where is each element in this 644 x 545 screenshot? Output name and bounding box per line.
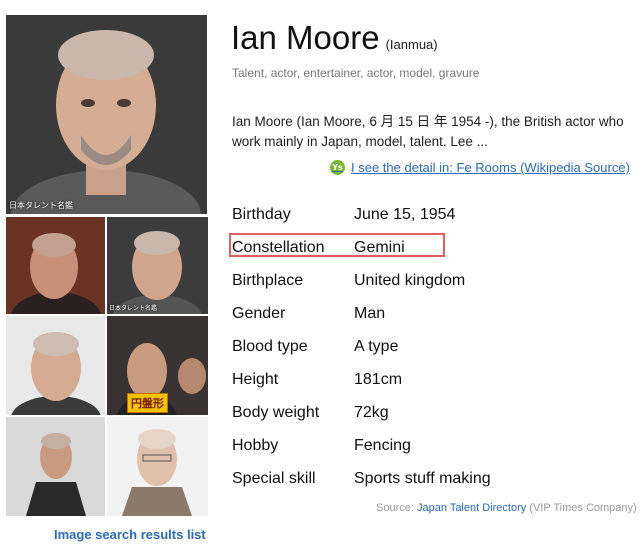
thumbnail-photo[interactable] [6, 316, 105, 415]
profile-header: Ian Moore (Ianmua) [231, 19, 438, 57]
attribute-row-constellation: Constellation Gemini [229, 232, 631, 265]
attribute-table: Birthday June 15, 1954 Constellation Gem… [229, 199, 631, 496]
profile-name: Ian Moore [231, 19, 380, 56]
attribute-value: 181cm [354, 371, 403, 388]
photo-tag: 円盤形 [127, 393, 168, 413]
attribute-row-hobby: Hobby Fencing [231, 430, 631, 463]
main-photo[interactable]: 日本タレント名鑑 [6, 15, 207, 214]
image-search-results-link[interactable]: Image search results list [54, 527, 206, 542]
photo-caption: 日本タレント名鑑 [109, 305, 158, 312]
thumbnail-photo[interactable] [6, 417, 105, 516]
attribute-key: Gender [232, 305, 286, 322]
attribute-value: 72kg [354, 404, 389, 421]
attribute-value: Man [354, 305, 386, 322]
attribute-row-birthplace: Birthplace United kingdom [231, 265, 631, 298]
attribute-row-blood-type: Blood type A type [231, 331, 631, 364]
thumbnail-photo[interactable]: 円盤形 [107, 316, 208, 415]
thumbnail-photo[interactable] [6, 217, 105, 314]
attribute-row-body-weight: Body weight 72kg [231, 397, 631, 430]
wikipedia-detail-link[interactable]: Ys I see the detail in: Fe Rooms (Wikipe… [330, 160, 630, 175]
source-logo-icon: Ys [330, 160, 345, 175]
attribute-value: June 15, 1954 [354, 206, 456, 223]
attribute-key: Hobby [232, 437, 279, 454]
thumbnail-photo[interactable]: 日本タレント名鑑 [107, 217, 208, 314]
attribute-value: United kingdom [354, 272, 466, 289]
attribute-row-height: Height 181cm [231, 364, 631, 397]
source-company: (VIP Times Company) [529, 502, 637, 514]
attribute-row-gender: Gender Man [231, 298, 631, 331]
attribute-key: Special skill [232, 470, 316, 487]
attribute-key: Height [232, 371, 279, 388]
source-attribution: Source: Japan Talent Directory (VIP Time… [376, 502, 637, 514]
attribute-value: Gemini [354, 239, 405, 256]
attribute-key: Birthday [232, 206, 291, 223]
attribute-key: Blood type [232, 338, 308, 355]
attribute-key: Body weight [232, 404, 320, 421]
source-label: Source: [376, 502, 414, 514]
detail-link-label: I see the detail in: Fe Rooms (Wikipedia… [351, 160, 630, 175]
attribute-row-birthday: Birthday June 15, 1954 [231, 199, 631, 232]
profile-alias: (Ianmua) [385, 37, 438, 52]
attribute-value: Fencing [354, 437, 411, 454]
attribute-key: Birthplace [232, 272, 304, 289]
photo-caption: 日本タレント名鑑 [9, 201, 73, 210]
profile-summary: Ian Moore (Ian Moore, 6 月 15 日 年 1954 -)… [232, 114, 624, 149]
attribute-value: Sports stuff making [354, 470, 491, 487]
attribute-key: Constellation [232, 239, 325, 256]
profile-occupations: Talent, actor, entertainer, actor, model… [232, 66, 480, 80]
source-link[interactable]: Japan Talent Directory [417, 502, 526, 514]
attribute-row-special-skill: Special skill Sports stuff making [231, 463, 631, 496]
attribute-value: A type [354, 338, 399, 355]
thumbnail-photo[interactable] [107, 417, 208, 516]
